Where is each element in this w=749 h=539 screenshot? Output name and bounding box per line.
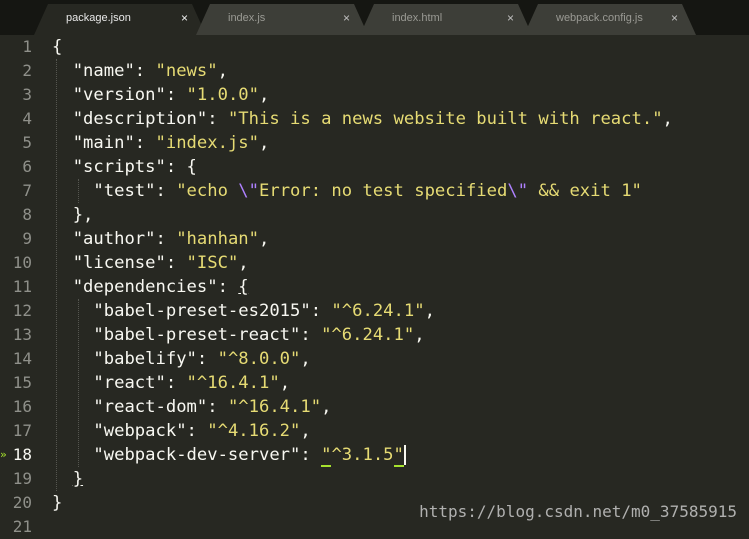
line-number: 21 [12,517,32,536]
line-number: 10 [12,253,32,272]
watermark: https://blog.csdn.net/m0_37585915 [419,502,737,521]
tab-label: webpack.config.js [556,12,643,24]
text-cursor [403,445,406,465]
code-line-current: "webpack-dev-server": "^3.1.5" [93,445,406,467]
tab-index-html[interactable]: index.html × [360,4,532,35]
line-number: 16 [12,397,32,416]
line-number: 9 [22,229,32,248]
line-number: 20 [12,493,32,512]
tab-bar: package.json × index.js × index.html × w… [0,0,749,35]
code-line: "main": "index.js", [72,133,270,153]
tab-label: package.json [66,12,131,24]
line-number: 13 [12,325,32,344]
close-icon[interactable]: × [671,4,678,33]
line-number: 15 [12,373,32,392]
code-line: "react": "^16.4.1", [93,373,291,393]
line-number: 4 [22,109,32,128]
code-line: "license": "ISC", [72,253,249,273]
code-line: "description": "This is a news website b… [72,109,673,129]
code-line: "scripts": { [72,157,197,177]
code-line: "babel-preset-react": "^6.24.1", [93,325,425,345]
line-number: 17 [12,421,32,440]
code-line: "dependencies": { [72,277,249,297]
line-number: 12 [12,301,32,320]
code-line: "react-dom": "^16.4.1", [93,397,332,417]
code-line: } [72,469,84,489]
line-number: 2 [22,61,32,80]
line-number: 6 [22,157,32,176]
line-number-current: » 18 [0,443,40,467]
close-icon[interactable]: × [181,4,188,33]
code-line: "webpack": "^4.16.2", [93,421,311,441]
code-line: "author": "hanhan", [72,229,270,249]
line-number: 11 [12,277,32,296]
code-line: }, [52,205,94,225]
tab-package-json[interactable]: package.json × [34,4,206,35]
line-number-gutter: 1 2 3 4 5 6 7 8 9 10 11 12 13 14 15 16 1… [0,35,40,539]
close-icon[interactable]: × [343,4,350,33]
line-number: 19 [12,469,32,488]
close-icon[interactable]: × [507,4,514,33]
tab-label: index.js [228,12,266,24]
line-number: 3 [22,85,32,104]
line-number: 5 [22,133,32,152]
code-line: "babelify": "^8.0.0", [93,349,311,369]
tab-index-js[interactable]: index.js × [196,4,368,35]
code-line: { [52,37,63,57]
line-number: 1 [22,37,32,56]
code-line: "babel-preset-es2015": "^6.24.1", [93,301,435,321]
change-marker-icon: » [0,448,7,461]
code-line: "version": "1.0.0", [72,85,270,105]
line-number: 14 [12,349,32,368]
line-number: 7 [22,181,32,200]
code-editor[interactable]: 1 2 3 4 5 6 7 8 9 10 11 12 13 14 15 16 1… [0,35,749,536]
tab-webpack-config-js[interactable]: webpack.config.js × [524,4,696,35]
code-area[interactable]: { "name": "news", "version": "1.0.0", "d… [52,35,673,539]
code-line: "test": "echo \"Error: no test specified… [93,181,642,201]
line-number: 8 [22,205,32,224]
tab-label: index.html [392,12,443,24]
code-line: "name": "news", [72,61,228,81]
